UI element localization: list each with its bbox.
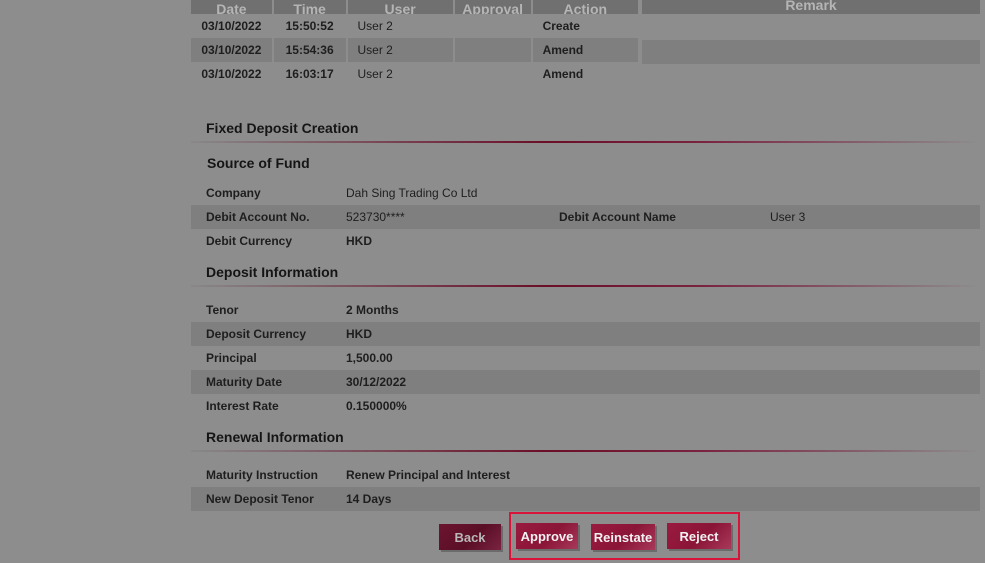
field-value: 0.150000% <box>346 399 407 413</box>
cell-user: User 2 <box>346 38 455 62</box>
cell-action: Amend <box>531 62 641 86</box>
section-divider <box>191 285 980 287</box>
col-header-remark: Remark <box>642 0 980 14</box>
field-value: Renew Principal and Interest <box>346 468 511 482</box>
field-row-tenor: Tenor 2 Months <box>191 298 980 322</box>
field-label: Principal <box>206 351 257 365</box>
cell-date: 03/10/2022 <box>191 38 274 62</box>
audit-trail: Date Time User Approval Action 03/10/202… <box>191 0 980 86</box>
col-header-approval: Approval <box>453 0 533 14</box>
field-label: Debit Account Name <box>559 210 676 224</box>
cell-approval <box>453 14 533 38</box>
field-label: Maturity Instruction <box>206 468 319 482</box>
field-row-debit-account: Debit Account No. 523730**** Debit Accou… <box>191 205 980 229</box>
field-value: 2 Months <box>346 303 399 317</box>
cell-approval <box>453 38 533 62</box>
cell-action: Create <box>531 14 641 38</box>
field-row-debit-currency: Debit Currency HKD <box>191 229 980 253</box>
back-button[interactable]: Back <box>439 524 501 550</box>
audit-table: Date Time User Approval Action 03/10/202… <box>191 0 641 86</box>
cell-time: 15:50:52 <box>272 14 348 38</box>
section-title-deposit-info: Deposit Information <box>206 264 339 280</box>
cell-user: User 2 <box>346 14 455 38</box>
field-label: Interest Rate <box>206 399 279 413</box>
col-header-time: Time <box>272 0 348 14</box>
approve-button[interactable]: Approve <box>516 523 578 549</box>
field-row-deposit-currency: Deposit Currency HKD <box>191 322 980 346</box>
section-divider <box>191 141 980 143</box>
field-row-principal: Principal 1,500.00 <box>191 346 980 370</box>
field-label: Maturity Date <box>206 375 283 389</box>
field-label: New Deposit Tenor <box>206 492 314 506</box>
reinstate-button[interactable]: Reinstate <box>591 524 655 550</box>
field-label: Debit Currency <box>206 234 293 248</box>
field-row-interest-rate: Interest Rate 0.150000% <box>191 394 980 418</box>
section-divider <box>191 450 980 452</box>
cell-date: 03/10/2022 <box>191 14 274 38</box>
field-label: Deposit Currency <box>206 327 307 341</box>
field-value: HKD <box>346 327 372 341</box>
table-row: 03/10/2022 15:50:52 User 2 Create <box>191 14 641 38</box>
cell-date: 03/10/2022 <box>191 62 274 86</box>
section-title-source-of-fund: Source of Fund <box>207 155 310 171</box>
col-header-action: Action <box>531 0 641 14</box>
col-header-user: User <box>346 0 455 14</box>
field-label: Tenor <box>206 303 239 317</box>
section-title-renewal-info: Renewal Information <box>206 429 344 445</box>
cell-approval <box>453 62 533 86</box>
field-value: User 3 <box>770 210 806 224</box>
field-value: 1,500.00 <box>346 351 393 365</box>
cell-user: User 2 <box>346 62 455 86</box>
table-row: 03/10/2022 15:54:36 User 2 Amend <box>191 38 641 62</box>
field-value: HKD <box>346 234 372 248</box>
section-title-fd-creation: Fixed Deposit Creation <box>206 120 359 136</box>
field-label: Debit Account No. <box>206 210 310 224</box>
col-header-date: Date <box>191 0 274 14</box>
cell-time: 15:54:36 <box>272 38 348 62</box>
table-row: 03/10/2022 16:03:17 User 2 Amend <box>191 62 641 86</box>
field-label: Company <box>206 186 261 200</box>
field-value: 14 Days <box>346 492 392 506</box>
field-value: 30/12/2022 <box>346 375 407 389</box>
row-band <box>642 40 980 64</box>
field-row-maturity-date: Maturity Date 30/12/2022 <box>191 370 980 394</box>
cell-time: 16:03:17 <box>272 62 348 86</box>
field-value: 523730**** <box>346 210 405 224</box>
cell-action: Amend <box>531 38 641 62</box>
field-row-maturity-instruction: Maturity Instruction Renew Principal and… <box>191 463 980 487</box>
field-value: Dah Sing Trading Co Ltd <box>346 186 478 200</box>
field-row-company: Company Dah Sing Trading Co Ltd <box>191 181 980 205</box>
reject-button[interactable]: Reject <box>667 523 731 549</box>
field-row-new-deposit-tenor: New Deposit Tenor 14 Days <box>191 487 980 511</box>
